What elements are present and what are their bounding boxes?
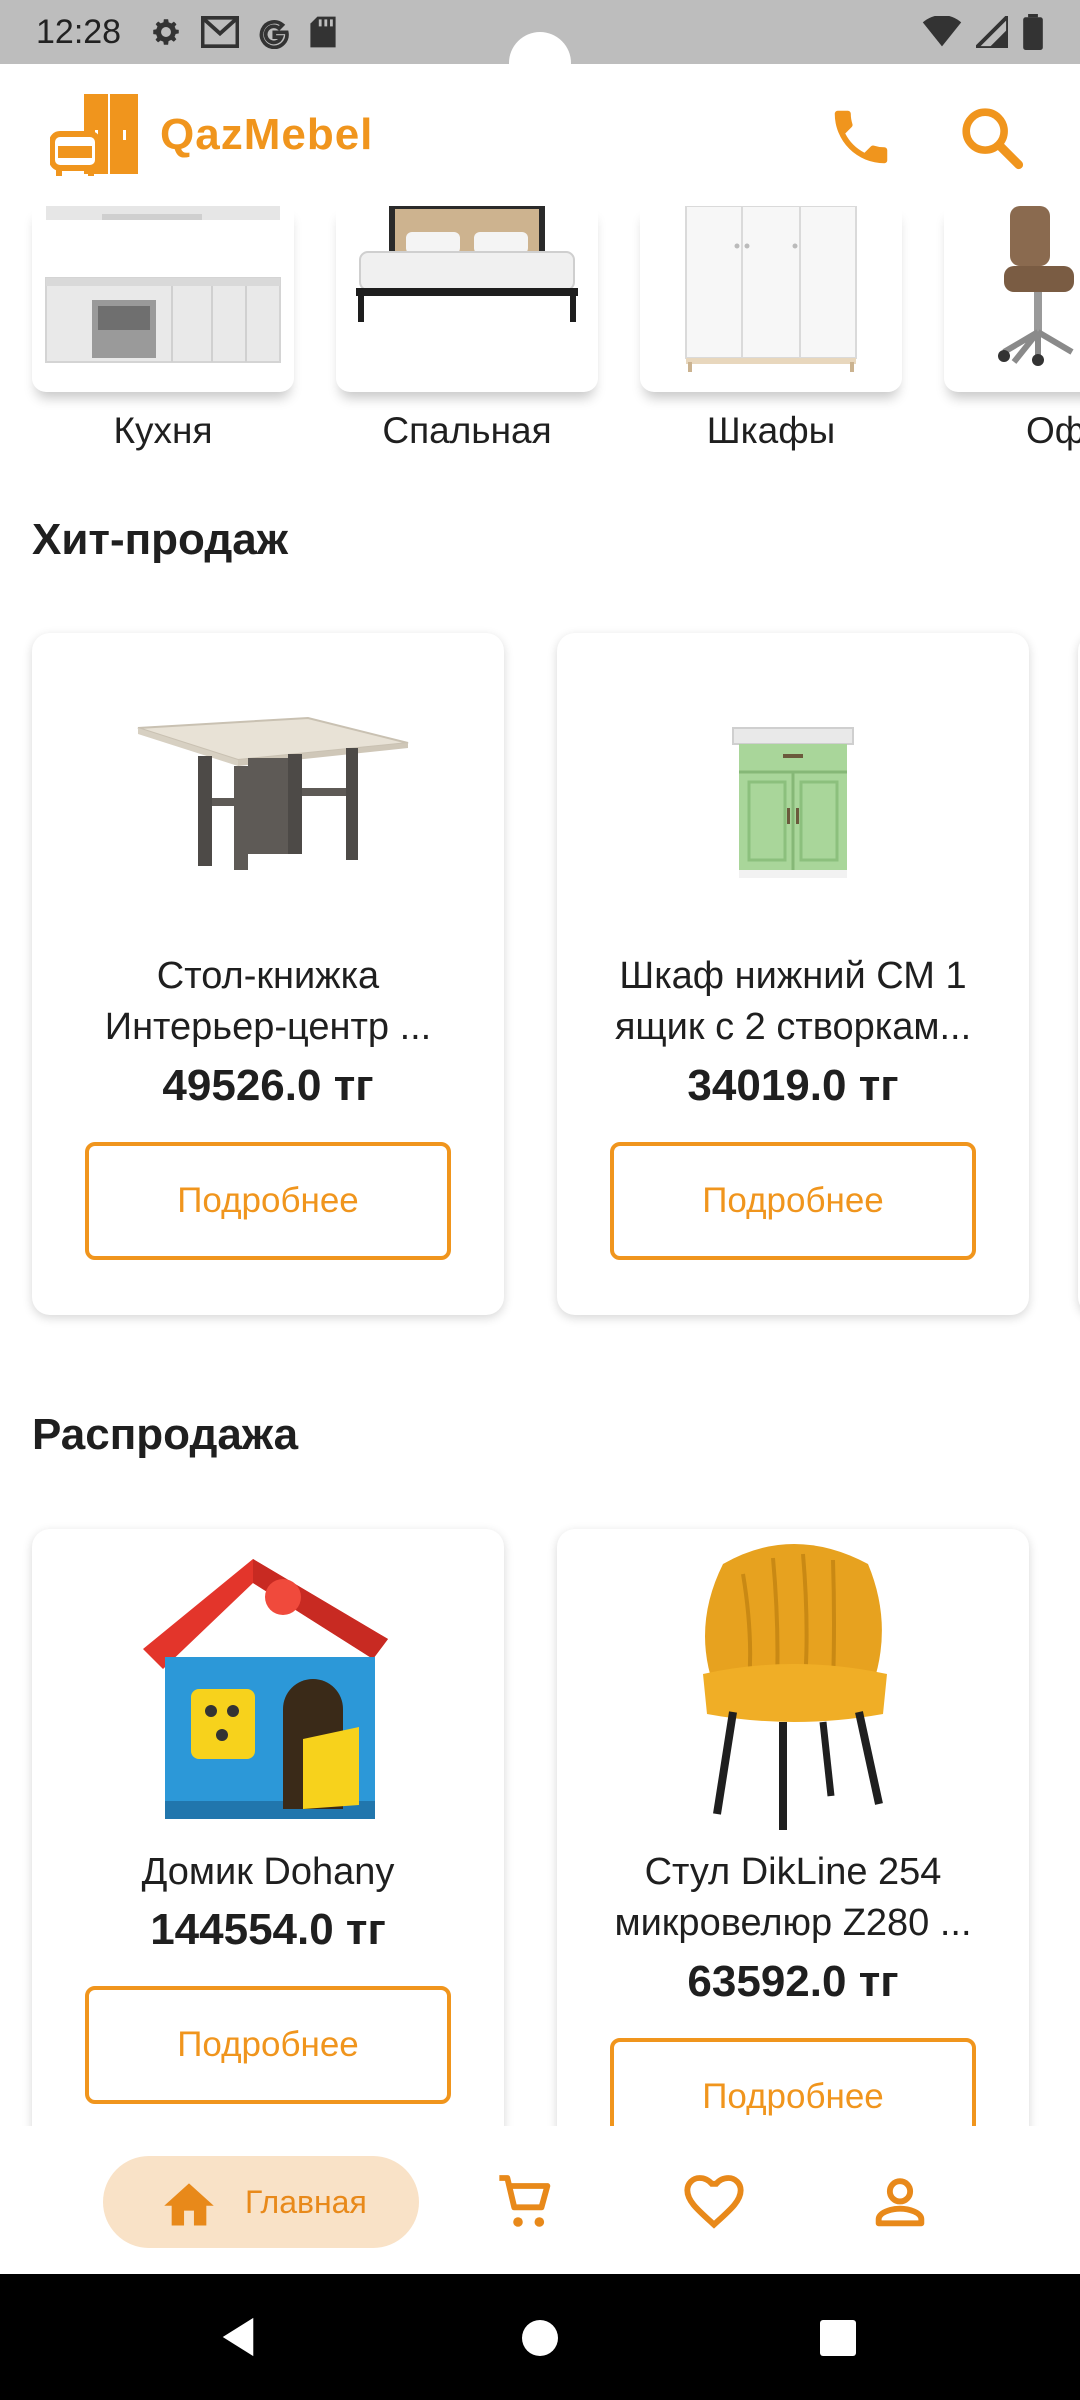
wifi-icon	[922, 16, 962, 47]
details-button[interactable]: Подробнее	[610, 1142, 976, 1260]
category-bedroom[interactable]: Спальная	[336, 206, 598, 452]
category-office[interactable]: Офисная	[944, 206, 1080, 452]
google-icon	[259, 20, 289, 49]
system-navigation-bar	[0, 2274, 1080, 2400]
bed-image	[356, 206, 578, 322]
settings-icon	[153, 19, 179, 45]
category-label: Кухня	[113, 410, 213, 451]
back-icon[interactable]	[218, 2316, 258, 2358]
category-kitchen[interactable]: Кухня	[32, 206, 294, 452]
logo[interactable]: QazMebel	[50, 92, 373, 178]
status-system-icons	[922, 14, 1044, 50]
product-card[interactable]: Домик Dohany 144554.0 тг Подробнее	[32, 1529, 504, 2169]
category-label: Спальная	[382, 410, 552, 451]
cart-icon[interactable]	[494, 2170, 558, 2234]
yellow-chair-image	[703, 1544, 887, 1830]
product-card[interactable]: Стул DikLine 254 микровелюр Z280 ... 635…	[557, 1529, 1029, 2169]
product-name: Стул DikLine 254 микровелюр Z280 ...	[614, 1851, 972, 1944]
kitchen-image	[45, 206, 281, 363]
office-chair-image	[998, 206, 1074, 366]
signal-icon	[976, 16, 1008, 48]
product-name: Стол-книжка Интерьер-центр ...	[104, 955, 432, 1048]
gmail-icon	[201, 16, 240, 48]
category-image	[32, 206, 294, 392]
playhouse-image	[143, 1559, 388, 1819]
product-name: Шкаф нижний СМ 1 ящик с 2 створкам...	[614, 955, 972, 1048]
status-notification-icons	[149, 15, 337, 49]
home-icon	[164, 2183, 214, 2226]
category-image	[944, 206, 1080, 392]
product-image	[557, 1529, 1029, 1839]
recents-icon[interactable]	[818, 2318, 858, 2358]
product-card[interactable]: Стол-книжка Интерьер-центр ... 49526.0 т…	[32, 633, 504, 1315]
home-system-icon[interactable]	[520, 2318, 560, 2358]
category-label: Офисная	[1026, 410, 1080, 451]
wardrobe-image	[685, 206, 857, 372]
logo-furniture-icon	[50, 94, 138, 176]
profile-icon[interactable]	[868, 2170, 932, 2234]
section-title-hits: Хит-продаж	[32, 515, 288, 564]
sd-card-icon	[310, 16, 336, 48]
product-image	[557, 633, 1029, 943]
product-image	[32, 633, 504, 943]
phone-icon[interactable]	[826, 102, 896, 172]
brand-name: QazMebel	[160, 110, 374, 159]
product-image	[32, 1529, 504, 1839]
product-card[interactable]: Шкаф нижний СМ 1 ящик с 2 створкам... 34…	[557, 633, 1029, 1315]
details-button[interactable]: Подробнее	[85, 1142, 451, 1260]
favorites-heart-icon[interactable]	[682, 2170, 746, 2234]
bottom-navigation: Главная	[0, 2126, 1080, 2274]
details-button[interactable]: Подробнее	[85, 1986, 451, 2104]
product-price: 34019.0 тг	[687, 1061, 899, 1110]
category-wardrobes[interactable]: Шкафы	[640, 206, 902, 452]
category-label: Шкафы	[706, 410, 836, 451]
kitchen-cabinet-image	[732, 727, 854, 878]
app-header: QazMebel	[0, 64, 1080, 206]
product-price: 63592.0 тг	[687, 1957, 899, 2006]
product-price: 49526.0 тг	[162, 1061, 374, 1110]
search-icon[interactable]	[956, 102, 1026, 172]
category-carousel[interactable]: Кухня Спальная Шкафы Оф	[0, 206, 1080, 456]
battery-icon	[1023, 14, 1043, 50]
section-title-sale: Распродажа	[32, 1410, 299, 1459]
folding-table-image	[137, 716, 409, 870]
status-time: 12:28	[36, 12, 122, 51]
product-name: Домик Dohany	[141, 1851, 395, 1893]
category-image	[336, 206, 598, 392]
product-price: 144554.0 тг	[150, 1905, 386, 1954]
category-image	[640, 206, 902, 392]
nav-home-label: Главная	[245, 2183, 367, 2220]
nav-home[interactable]: Главная	[103, 2156, 419, 2248]
